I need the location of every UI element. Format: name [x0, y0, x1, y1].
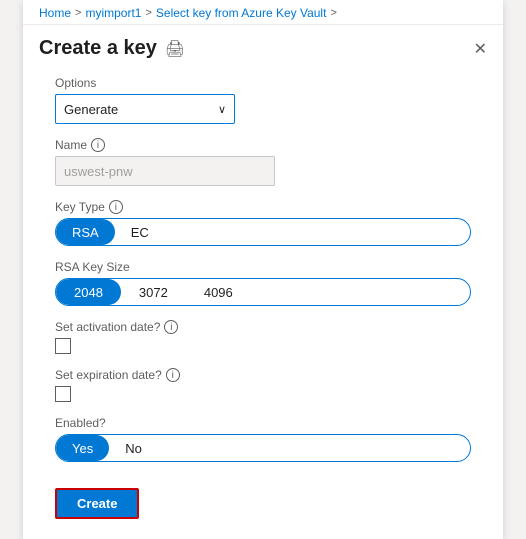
breadcrumb-myimport1[interactable]: myimport1 [85, 6, 141, 20]
close-icon[interactable]: ✕ [474, 39, 487, 59]
options-dropdown[interactable]: Generate ∨ [55, 94, 235, 124]
breadcrumb-sep-3: > [330, 7, 336, 19]
options-label: Options [55, 76, 471, 90]
activation-date-field: Set activation date? i [55, 320, 471, 354]
breadcrumb-sep-2: > [145, 7, 151, 19]
header-left: Create a key 🖨 [39, 37, 185, 60]
rsa-key-size-2048[interactable]: 2048 [56, 279, 121, 305]
name-label: Name i [55, 138, 471, 152]
enabled-field: Enabled? Yes No [55, 416, 471, 462]
chevron-down-icon: ∨ [218, 103, 226, 116]
key-type-info-icon[interactable]: i [109, 200, 123, 214]
activation-date-info-icon[interactable]: i [164, 320, 178, 334]
name-input[interactable] [55, 156, 275, 186]
key-type-rsa[interactable]: RSA [56, 219, 115, 245]
enabled-yes[interactable]: Yes [56, 435, 109, 461]
breadcrumb-home[interactable]: Home [39, 6, 71, 20]
name-field: Name i [55, 138, 471, 186]
rsa-key-size-toggle: 2048 3072 4096 [55, 278, 471, 306]
expiration-date-field: Set expiration date? i [55, 368, 471, 402]
print-icon[interactable]: 🖨 [165, 39, 185, 59]
page-title: Create a key [39, 37, 157, 60]
rsa-key-size-field: RSA Key Size 2048 3072 4096 [55, 260, 471, 306]
form-footer: Create [23, 478, 503, 539]
rsa-key-size-label: RSA Key Size [55, 260, 471, 274]
panel-header: Create a key 🖨 ✕ [23, 25, 503, 68]
expiration-date-label: Set expiration date? i [55, 368, 471, 382]
create-key-panel: Home > myimport1 > Select key from Azure… [23, 0, 503, 539]
enabled-toggle: Yes No [55, 434, 471, 462]
create-button[interactable]: Create [55, 488, 139, 519]
form-content: Options Generate ∨ Name i Key Type i RSA [23, 68, 503, 478]
expiration-date-info-icon[interactable]: i [166, 368, 180, 382]
activation-date-checkbox[interactable] [55, 338, 71, 354]
expiration-date-checkbox-wrapper [55, 386, 471, 402]
key-type-ec[interactable]: EC [115, 219, 165, 245]
breadcrumb-sep-1: > [75, 7, 81, 19]
rsa-key-size-3072[interactable]: 3072 [121, 279, 186, 305]
options-value: Generate [64, 102, 118, 117]
rsa-key-size-4096[interactable]: 4096 [186, 279, 251, 305]
breadcrumb-select-key[interactable]: Select key from Azure Key Vault [156, 6, 327, 20]
options-field: Options Generate ∨ [55, 76, 471, 124]
name-info-icon[interactable]: i [91, 138, 105, 152]
activation-date-checkbox-wrapper [55, 338, 471, 354]
expiration-date-checkbox[interactable] [55, 386, 71, 402]
enabled-no[interactable]: No [109, 435, 158, 461]
key-type-field: Key Type i RSA EC [55, 200, 471, 246]
enabled-label: Enabled? [55, 416, 471, 430]
breadcrumb: Home > myimport1 > Select key from Azure… [23, 0, 503, 25]
key-type-label: Key Type i [55, 200, 471, 214]
activation-date-label: Set activation date? i [55, 320, 471, 334]
key-type-toggle: RSA EC [55, 218, 471, 246]
